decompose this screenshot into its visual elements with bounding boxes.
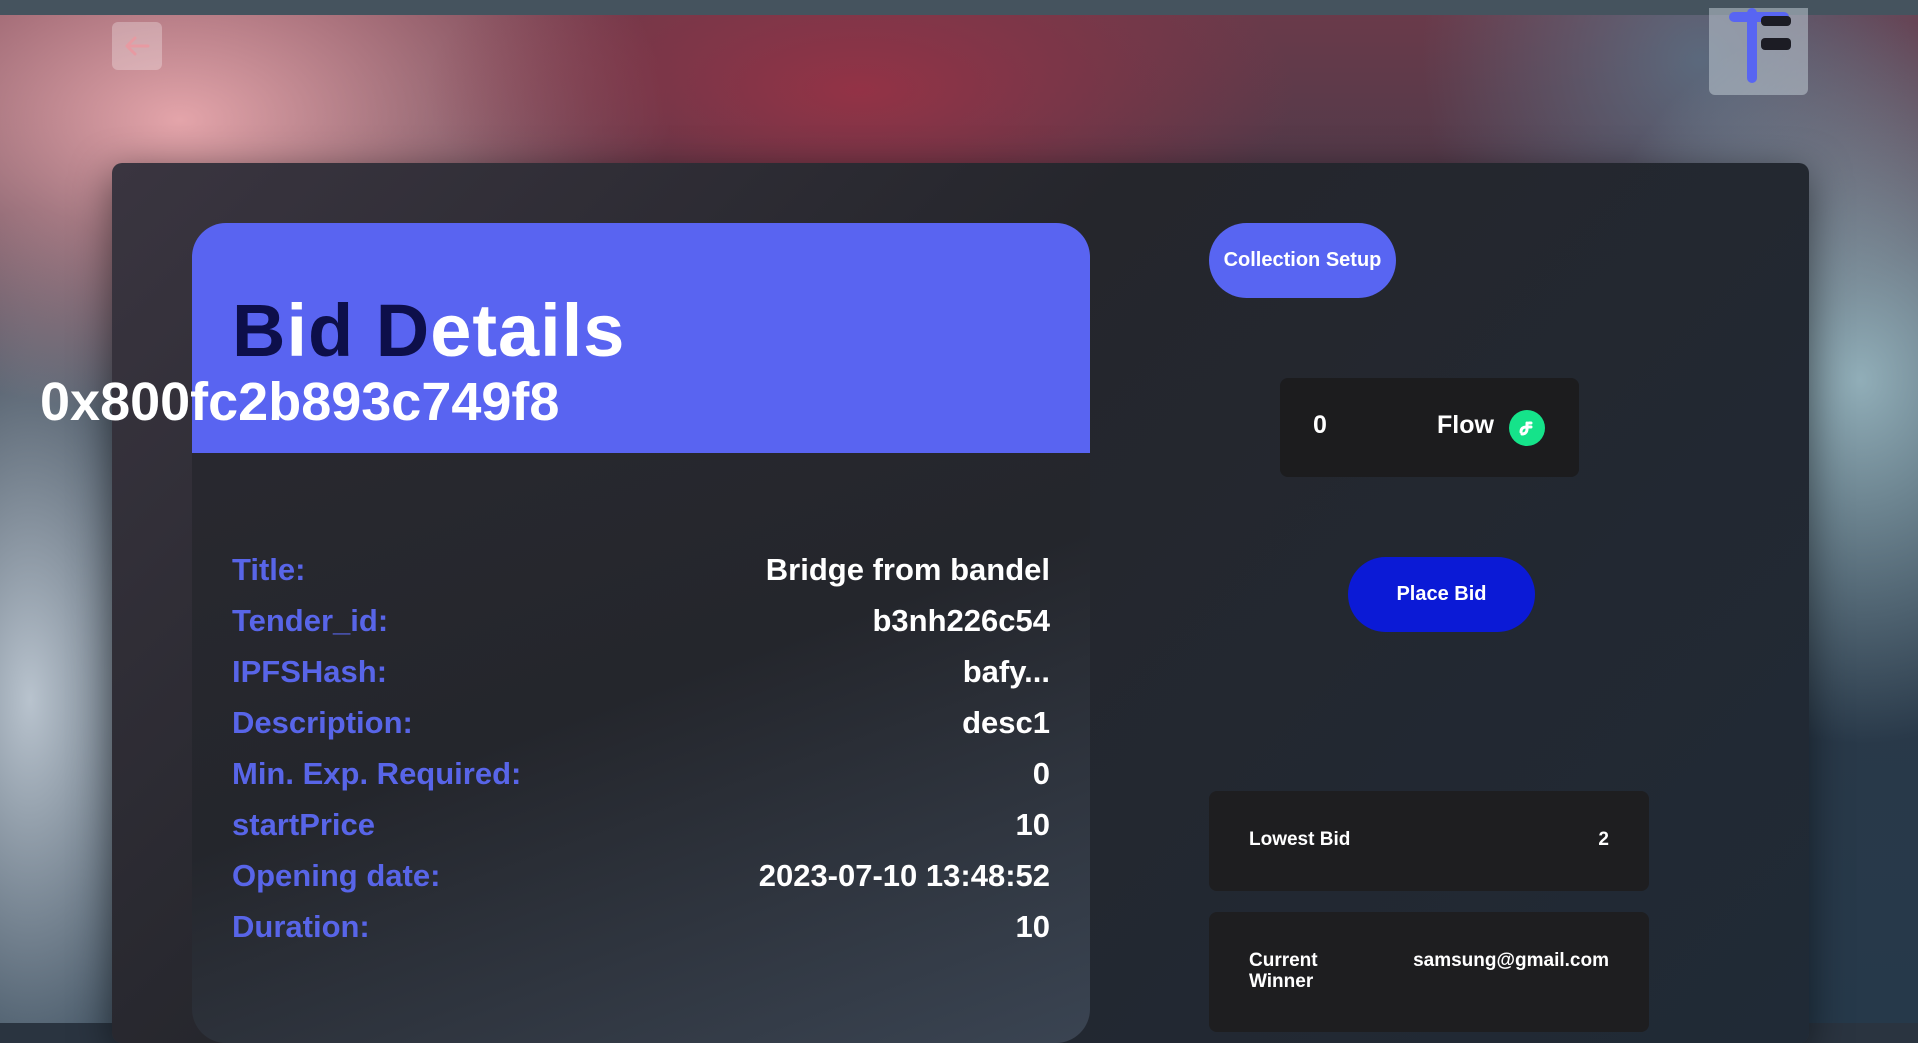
- detail-key: Opening date:: [232, 857, 441, 893]
- detail-value: 2023-07-10 13:48:52: [758, 857, 1050, 893]
- detail-row-start-price: startPrice 10: [232, 799, 1050, 850]
- title-segment: etails: [430, 289, 626, 372]
- app-logo[interactable]: [1709, 8, 1808, 95]
- detail-value: 10: [1015, 806, 1050, 842]
- detail-row-opening-date: Opening date: 2023-07-10 13:48:52: [232, 850, 1050, 901]
- place-bid-button[interactable]: Place Bid: [1348, 557, 1535, 632]
- app-logo-icon: [1729, 8, 1791, 83]
- detail-row-description: Description: desc1: [232, 697, 1050, 748]
- balance-amount: 0: [1313, 411, 1327, 439]
- detail-key: IPFSHash:: [232, 653, 388, 689]
- detail-key: Description:: [232, 704, 413, 740]
- detail-row-tender-id: Tender_id: b3nh226c54: [232, 595, 1050, 646]
- detail-value: desc1: [962, 704, 1050, 740]
- arrow-left-icon: [125, 36, 150, 56]
- lowest-bid-card: Lowest Bid 2: [1209, 791, 1649, 891]
- bid-details-title: Bid Details: [232, 291, 625, 371]
- detail-value: b3nh226c54: [872, 602, 1051, 638]
- contract-address: 0x800fc2b893c749f8: [40, 372, 560, 432]
- detail-row-min-exp: Min. Exp. Required: 0: [232, 748, 1050, 799]
- detail-row-ipfs-hash: IPFSHash: bafy...: [232, 646, 1050, 697]
- back-button[interactable]: [112, 22, 162, 70]
- flow-balance: 0 Flow: [1280, 378, 1579, 477]
- detail-value: 10: [1015, 908, 1050, 944]
- lowest-bid-label: Lowest Bid: [1249, 829, 1351, 850]
- browser-top-strip: [0, 0, 1918, 15]
- detail-key: Title:: [232, 551, 306, 587]
- detail-row-duration: Duration: 10: [232, 901, 1050, 952]
- title-segment: d D: [308, 289, 431, 372]
- detail-key: Min. Exp. Required:: [232, 755, 522, 791]
- detail-row-title: Title: Bridge from bandel: [232, 544, 1050, 595]
- flow-token-icon: [1509, 410, 1545, 446]
- detail-value: bafy...: [962, 653, 1050, 689]
- detail-value: Bridge from bandel: [765, 551, 1050, 587]
- detail-key: Duration:: [232, 908, 370, 944]
- detail-key: Tender_id:: [232, 602, 389, 638]
- title-segment: i: [286, 289, 309, 372]
- current-winner-label: Current Winner: [1249, 950, 1318, 992]
- title-segment: B: [232, 289, 287, 372]
- current-winner-value: samsung@gmail.com: [1413, 950, 1609, 971]
- detail-key: startPrice: [232, 806, 376, 842]
- balance-currency: Flow: [1437, 411, 1494, 439]
- lowest-bid-value: 2: [1598, 829, 1609, 850]
- collection-setup-button[interactable]: Collection Setup: [1209, 223, 1396, 298]
- current-winner-card: Current Winner samsung@gmail.com: [1209, 912, 1649, 1032]
- bid-details-list: Title: Bridge from bandel Tender_id: b3n…: [232, 544, 1050, 952]
- detail-value: 0: [1032, 755, 1050, 791]
